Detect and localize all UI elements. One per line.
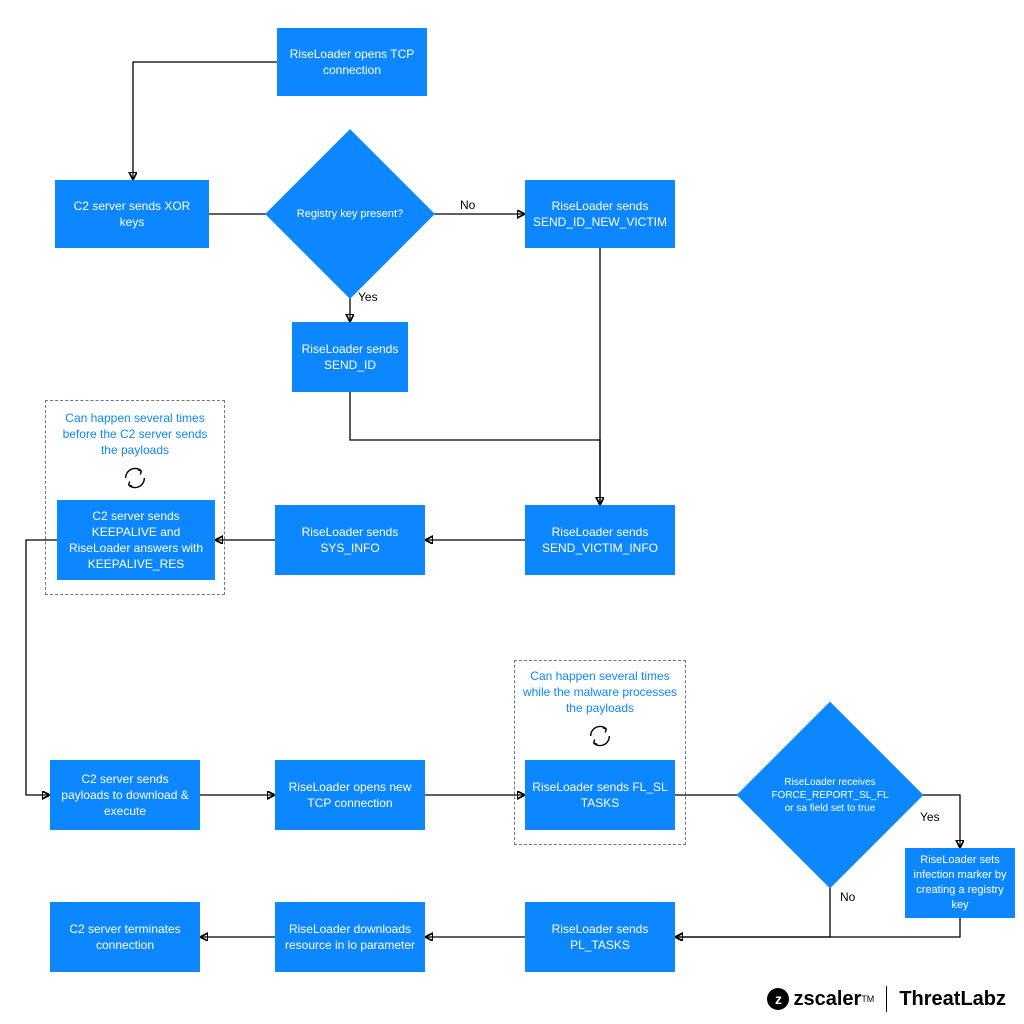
zscaler-logo: z zscaler TM (767, 988, 874, 1011)
node-label: RiseLoader sends SEND_VICTIM_INFO (531, 524, 669, 556)
loop-caption-1: Can happen several times before the C2 s… (55, 410, 215, 459)
node-send-id: RiseLoader sends SEND_ID (292, 322, 408, 392)
node-open-tcp: RiseLoader opens TCP connection (277, 28, 427, 96)
node-send-victim-info: RiseLoader sends SEND_VICTIM_INFO (525, 505, 675, 575)
node-sys-info: RiseLoader sends SYS_INFO (275, 505, 425, 575)
edge-label-yes: Yes (358, 290, 378, 304)
node-terminate: C2 server terminates connection (50, 902, 200, 972)
node-label: RiseLoader sets infection marker by crea… (911, 853, 1009, 912)
node-label: C2 server terminates connection (56, 921, 194, 953)
node-fl-sl-tasks: RiseLoader sends FL_SL TASKS (525, 760, 675, 830)
edge-label-yes-2: Yes (920, 810, 940, 824)
zscaler-mark-icon: z (767, 988, 789, 1010)
node-label: C2 server sends XOR keys (61, 198, 203, 230)
loop-icon (121, 464, 149, 492)
trademark: TM (861, 994, 874, 1004)
node-label: C2 server sends payloads to download & e… (56, 771, 194, 820)
node-label: RiseLoader opens TCP connection (283, 46, 421, 78)
edge-label-no-2: No (840, 890, 855, 904)
node-label: RiseLoader opens new TCP connection (281, 779, 419, 811)
decision-registry (265, 129, 435, 299)
node-label: RiseLoader sends SYS_INFO (281, 524, 419, 556)
footer-separator (886, 986, 887, 1012)
node-set-marker: RiseLoader sets infection marker by crea… (905, 848, 1015, 918)
footer-logos: z zscaler TM ThreatLabz (767, 986, 1006, 1012)
node-new-tcp: RiseLoader opens new TCP connection (275, 760, 425, 830)
node-label: C2 server sends KEEPALIVE and RiseLoader… (63, 508, 209, 573)
node-keepalive: C2 server sends KEEPALIVE and RiseLoader… (57, 500, 215, 580)
decision-force-report (737, 702, 924, 889)
node-payloads: C2 server sends payloads to download & e… (50, 760, 200, 830)
zscaler-wordmark: zscaler (793, 988, 861, 1011)
loop-icon (586, 722, 614, 750)
node-xor-keys: C2 server sends XOR keys (55, 180, 209, 248)
node-label: RiseLoader sends SEND_ID (298, 341, 402, 373)
loop-caption-2: Can happen several times while the malwa… (520, 668, 680, 717)
edge-label-no: No (460, 198, 475, 212)
node-label: RiseLoader sends PL_TASKS (531, 921, 669, 953)
node-label: RiseLoader sends FL_SL TASKS (531, 779, 669, 811)
node-label: RiseLoader downloads resource in lo para… (281, 921, 419, 953)
node-pl-tasks: RiseLoader sends PL_TASKS (525, 902, 675, 972)
node-label: RiseLoader sends SEND_ID_NEW_VICTIM (531, 198, 669, 230)
node-download-lo: RiseLoader downloads resource in lo para… (275, 902, 425, 972)
node-send-id-new-victim: RiseLoader sends SEND_ID_NEW_VICTIM (525, 180, 675, 248)
threatlabz-logo: ThreatLabz (899, 988, 1006, 1011)
